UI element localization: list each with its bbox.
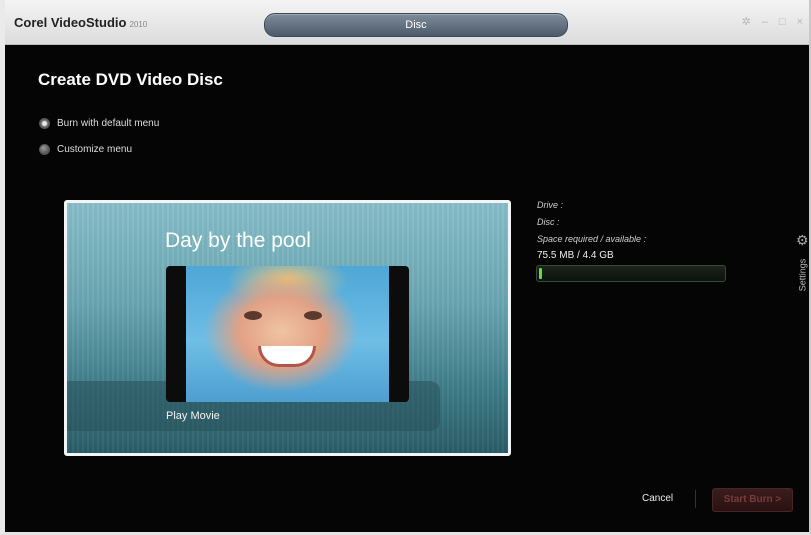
thumbnail-eye bbox=[244, 311, 262, 320]
app-name: Corel VideoStudio bbox=[14, 15, 127, 30]
drive-label: Drive : bbox=[537, 200, 564, 210]
window-controls: ✲ – □ × bbox=[742, 15, 803, 29]
option-label: Customize menu bbox=[57, 144, 133, 155]
option-customize-menu[interactable]: Customize menu bbox=[39, 144, 132, 155]
settings-label: Settings bbox=[797, 258, 808, 292]
app-version: 2010 bbox=[129, 20, 148, 29]
space-value: 75.5 MB / 4.4 GB bbox=[537, 250, 614, 261]
page-title: Create DVD Video Disc bbox=[38, 70, 223, 89]
minimize-icon[interactable]: – bbox=[762, 15, 768, 29]
app-title: Corel VideoStudio 2010 bbox=[14, 15, 147, 30]
mode-tab-disc[interactable]: Disc bbox=[264, 13, 568, 37]
close-icon[interactable]: × bbox=[797, 15, 803, 29]
gear-icon: ⚙ bbox=[796, 232, 809, 248]
space-label: Space required / available : bbox=[537, 234, 647, 244]
thumbnail-eye bbox=[304, 311, 322, 320]
radio-button-selected[interactable] bbox=[39, 118, 50, 129]
radio-button[interactable] bbox=[39, 144, 50, 155]
start-burn-button[interactable]: Start Burn > bbox=[712, 488, 793, 512]
thumbnail-smile bbox=[258, 346, 316, 367]
disc-label: Disc : bbox=[537, 217, 560, 227]
disc-space-fill bbox=[539, 268, 542, 279]
video-thumbnail-frame bbox=[166, 266, 409, 402]
cancel-button[interactable]: Cancel bbox=[642, 493, 673, 504]
title-bar: Corel VideoStudio 2010 Disc ✲ – □ × bbox=[0, 0, 811, 45]
video-thumbnail bbox=[186, 266, 389, 402]
option-label: Burn with default menu bbox=[57, 118, 160, 129]
menu-preview: Day by the pool Play Movie bbox=[64, 200, 511, 456]
disc-space-bar bbox=[536, 265, 726, 282]
preview-title: Day by the pool bbox=[165, 229, 311, 252]
settings-icon[interactable]: ✲ bbox=[742, 15, 751, 29]
maximize-icon[interactable]: □ bbox=[779, 15, 786, 29]
option-default-menu[interactable]: Burn with default menu bbox=[39, 118, 159, 129]
play-movie-item[interactable]: Play Movie bbox=[166, 410, 220, 422]
settings-panel-toggle[interactable]: ⚙ Settings bbox=[794, 232, 811, 292]
footer-divider bbox=[695, 490, 696, 508]
